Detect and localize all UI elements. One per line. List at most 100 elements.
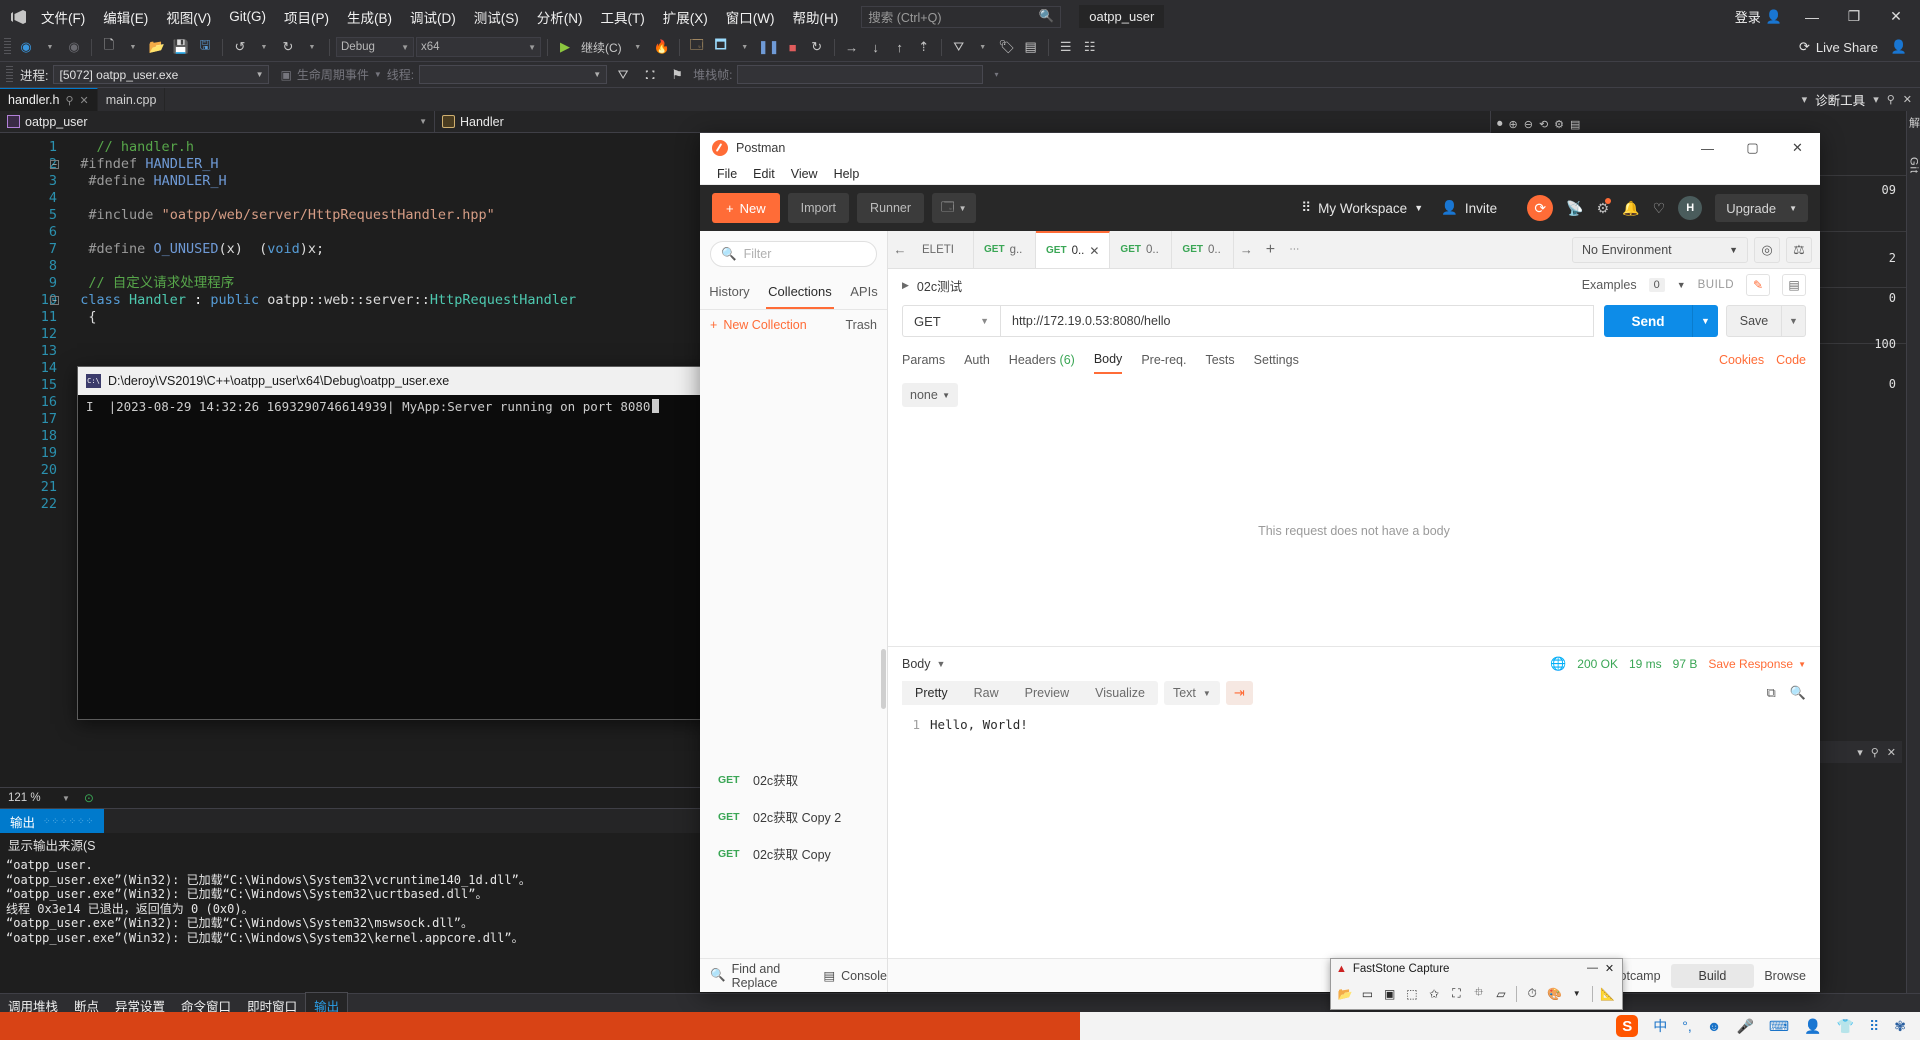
menu-debug[interactable]: 调试(D): [401, 3, 465, 31]
tab-body[interactable]: Body: [1094, 352, 1123, 374]
new-window-button[interactable]: 🗔▼: [932, 193, 975, 223]
save-all-icon[interactable]: 🖫: [194, 36, 216, 58]
console-button[interactable]: ▤ Console: [823, 968, 887, 983]
step-out-icon[interactable]: ↑: [889, 36, 911, 58]
menu-analyze[interactable]: 分析(N): [528, 3, 592, 31]
cookies-link[interactable]: Cookies: [1719, 353, 1764, 367]
capture-freehand-icon[interactable]: ✩: [1424, 983, 1444, 1004]
emoji-icon[interactable]: ☻: [1707, 1018, 1722, 1034]
save-icon[interactable]: 💾: [170, 36, 192, 58]
toolbar-grip[interactable]: [4, 38, 11, 56]
threads-dropdown-icon[interactable]: ▼: [972, 36, 994, 58]
list-item[interactable]: GET 02c获取 Copy 2: [700, 798, 887, 835]
sign-in-button[interactable]: 登录 👤: [1727, 3, 1790, 30]
search-icon[interactable]: 🔍: [1790, 685, 1806, 701]
continue-dropdown-icon[interactable]: ▼: [627, 36, 649, 58]
capture-scrolling-icon[interactable]: ⯐: [1469, 983, 1489, 1004]
step-up-icon[interactable]: ⇡: [913, 36, 935, 58]
request-tab-2[interactable]: GET 0.. ✕: [1036, 231, 1110, 268]
undo-dropdown-icon[interactable]: ▼: [253, 36, 275, 58]
close-icon[interactable]: ✕: [1089, 244, 1099, 258]
menu-help[interactable]: 帮助(H): [783, 3, 847, 31]
solution-configuration-select[interactable]: Debug▼: [336, 37, 414, 57]
panel-close-icon[interactable]: ✕: [1903, 93, 1912, 106]
postman-minimize-button[interactable]: —: [1685, 133, 1730, 163]
vs-minimize-button[interactable]: —: [1792, 3, 1832, 31]
back-dropdown-icon[interactable]: ▼: [39, 36, 61, 58]
stack-frame-select[interactable]: [737, 65, 983, 84]
request-tab-3[interactable]: GET 0..: [1110, 231, 1172, 268]
subpanel-pin-icon[interactable]: ⚲: [1871, 746, 1879, 759]
workspace-selector[interactable]: ⠿ My Workspace ▼: [1301, 200, 1423, 216]
trash-button[interactable]: Trash: [846, 318, 878, 332]
sogou-ime-icon[interactable]: S: [1616, 1015, 1638, 1037]
sidebar-tab-apis[interactable]: APIs: [848, 277, 879, 309]
new-file-icon[interactable]: 🗋: [98, 36, 120, 58]
panel-dropdown-icon[interactable]: ▾: [1873, 93, 1879, 106]
menu-tools[interactable]: 工具(T): [592, 3, 654, 31]
capture-fixed-region-icon[interactable]: ▱: [1491, 983, 1511, 1004]
save-options-dropdown[interactable]: ▼: [1782, 305, 1806, 337]
tab-settings[interactable]: Settings: [1254, 353, 1299, 373]
postman-menu-view[interactable]: View: [784, 165, 825, 183]
document-tab-handler-h[interactable]: handler.h ⚲ ✕: [0, 88, 98, 111]
tab-visualize[interactable]: Visualize: [1082, 681, 1158, 705]
undo-icon[interactable]: ↺: [229, 36, 251, 58]
code-link[interactable]: Code: [1776, 353, 1806, 367]
save-response-button[interactable]: Save Response ▼: [1708, 657, 1806, 671]
panel-pin-icon[interactable]: ⚲: [1887, 93, 1895, 106]
keyboard-icon[interactable]: ⌨: [1769, 1018, 1789, 1035]
navigate-forward-icon[interactable]: ◉: [63, 36, 85, 58]
show-threads-icon[interactable]: ⛛: [948, 36, 970, 58]
sync-icon[interactable]: ⟳: [1527, 195, 1553, 221]
request-tab-0[interactable]: ELETI: [912, 231, 974, 268]
vs-search-box[interactable]: 搜索 (Ctrl+Q) 🔍: [861, 6, 1061, 28]
lifecycle-dropdown-icon[interactable]: ▼: [374, 70, 382, 79]
capture-open-icon[interactable]: 📂: [1335, 983, 1355, 1004]
tab-preview[interactable]: Preview: [1012, 681, 1082, 705]
process-select[interactable]: [5072] oatpp_user.exe▼: [53, 65, 269, 84]
menu-window[interactable]: 窗口(W): [717, 3, 784, 31]
step-over-icon[interactable]: →: [841, 36, 863, 58]
environment-quick-look-icon[interactable]: ◎: [1754, 237, 1780, 263]
toggle-bookmark-icon[interactable]: 🏷: [996, 36, 1018, 58]
ime-punctuation-icon[interactable]: °,: [1682, 1018, 1692, 1034]
pause-icon[interactable]: ❚❚: [758, 36, 780, 58]
request-tab-1[interactable]: GET g..: [974, 231, 1036, 268]
filter-icon[interactable]: ⛛: [612, 64, 634, 86]
project-scope-select[interactable]: oatpp_user ▼: [0, 111, 435, 132]
expand-icon[interactable]: ▶: [902, 280, 909, 291]
filter-input[interactable]: 🔍 Filter: [710, 241, 877, 267]
symbol-scope-select[interactable]: Handler: [435, 111, 511, 132]
settings-icon[interactable]: ✾: [1894, 1018, 1906, 1035]
diag-zoom-in-icon[interactable]: ⊕: [1509, 118, 1518, 131]
tab-headers[interactable]: Headers (6): [1009, 353, 1075, 373]
collection-list[interactable]: GET 02c获取 GET 02c获取 Copy 2 GET 02c获取 Cop…: [700, 340, 887, 958]
menu-git[interactable]: Git(G): [220, 5, 275, 28]
sidebar-tab-collections[interactable]: Collections: [766, 277, 834, 309]
faststone-titlebar[interactable]: ▲ FastStone Capture — ✕: [1331, 959, 1622, 978]
wrap-lines-icon[interactable]: ⇥: [1226, 681, 1253, 705]
postman-menu-edit[interactable]: Edit: [746, 165, 782, 183]
save-button[interactable]: Save: [1726, 305, 1782, 337]
postman-titlebar[interactable]: Postman — ▢ ✕: [700, 133, 1820, 163]
debug-toolbar-grip[interactable]: [6, 66, 13, 84]
tab-auth[interactable]: Auth: [964, 353, 990, 373]
live-share-account-icon[interactable]: 👤: [1888, 36, 1910, 58]
fold-toggle-icon[interactable]: −: [50, 160, 59, 169]
capture-rectangle-icon[interactable]: ⬚: [1402, 983, 1422, 1004]
toolbox-icon[interactable]: ⠿: [1869, 1018, 1879, 1035]
subpanel-dropdown-icon[interactable]: ▾: [1857, 746, 1863, 759]
navigate-backward-icon[interactable]: ◉: [15, 36, 37, 58]
tabs-scroll-right-icon[interactable]: →: [1234, 231, 1258, 268]
gear-icon[interactable]: ⚙: [1597, 200, 1610, 217]
vs-close-button[interactable]: ✕: [1876, 3, 1916, 31]
response-body-label[interactable]: Body: [902, 657, 931, 671]
redo-icon[interactable]: ↻: [277, 36, 299, 58]
avatar[interactable]: H: [1678, 196, 1702, 220]
output-panel-title[interactable]: 输出 ⁘⁘⁘⁘⁘⁘: [0, 809, 104, 833]
new-file-dropdown-icon[interactable]: ▼: [122, 36, 144, 58]
start-debug-icon[interactable]: ▶: [554, 36, 576, 58]
postman-close-button[interactable]: ✕: [1775, 133, 1820, 163]
flag-icon[interactable]: ⚑: [666, 64, 688, 86]
